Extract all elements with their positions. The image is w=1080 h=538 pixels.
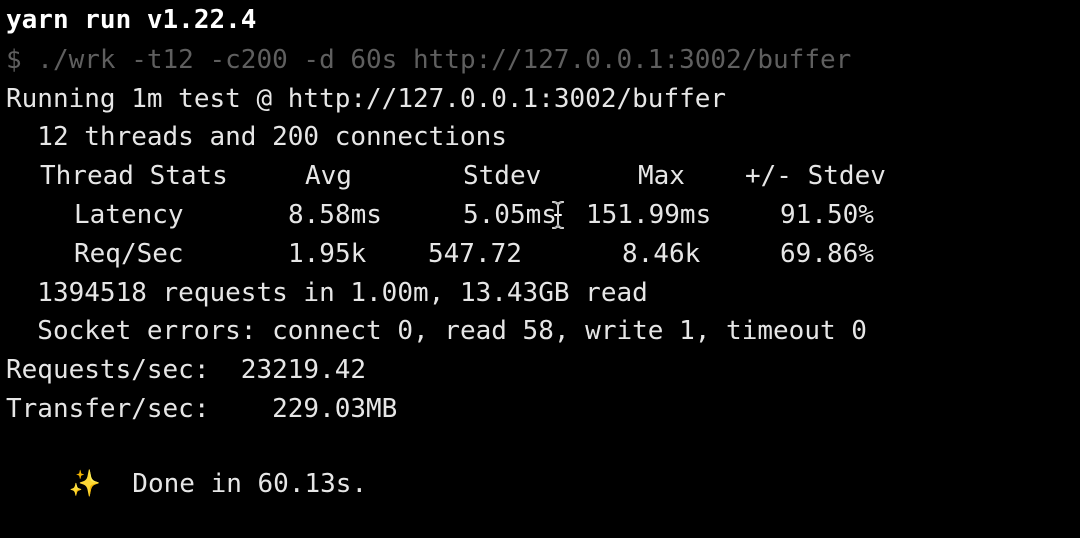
row-reqsec-avg: 1.95k xyxy=(288,239,367,269)
threads-connections-line: 12 threads and 200 connections xyxy=(6,122,507,152)
header-stdev: Stdev xyxy=(463,161,542,191)
sparkles-icon: ✨ xyxy=(68,469,101,499)
socket-errors-line: Socket errors: connect 0, read 58, write… xyxy=(6,316,867,346)
row-latency-stdev: 5.05ms xyxy=(463,200,557,230)
done-text: Done in 60.13s. xyxy=(101,469,368,499)
header-pm-stdev: +/- Stdev xyxy=(745,161,886,191)
terminal-window[interactable]: yarn run v1.22.4 $ ./wrk -t12 -c200 -d 6… xyxy=(0,0,1080,499)
row-reqsec-name: Req/Sec xyxy=(74,239,184,269)
row-reqsec-stdev: 547.72 xyxy=(428,239,522,269)
row-latency-avg: 8.58ms xyxy=(288,200,382,230)
ibeam-cursor-icon xyxy=(552,201,564,229)
row-latency-pm-stdev: 91.50% xyxy=(780,200,874,230)
done-line: ✨ Done in 60.13s. xyxy=(6,430,367,499)
running-line: Running 1m test @ http://127.0.0.1:3002/… xyxy=(6,84,727,114)
header-avg: Avg xyxy=(305,161,352,191)
row-reqsec-max: 8.46k xyxy=(622,239,701,269)
row-reqsec-pm-stdev: 69.86% xyxy=(780,239,874,269)
command-line: $ ./wrk -t12 -c200 -d 60s http://127.0.0… xyxy=(6,45,852,75)
row-latency-max: 151.99ms xyxy=(586,200,712,230)
requests-summary-line: 1394518 requests in 1.00m, 13.43GB read xyxy=(6,278,648,308)
thread-stats-label: Thread Stats xyxy=(40,161,228,191)
yarn-header: yarn run v1.22.4 xyxy=(6,5,257,35)
transfer-per-sec-line: Transfer/sec: 229.03MB xyxy=(6,394,398,424)
header-max: Max xyxy=(638,161,685,191)
row-latency-name: Latency xyxy=(74,200,184,230)
requests-per-sec-line: Requests/sec: 23219.42 xyxy=(6,355,367,385)
